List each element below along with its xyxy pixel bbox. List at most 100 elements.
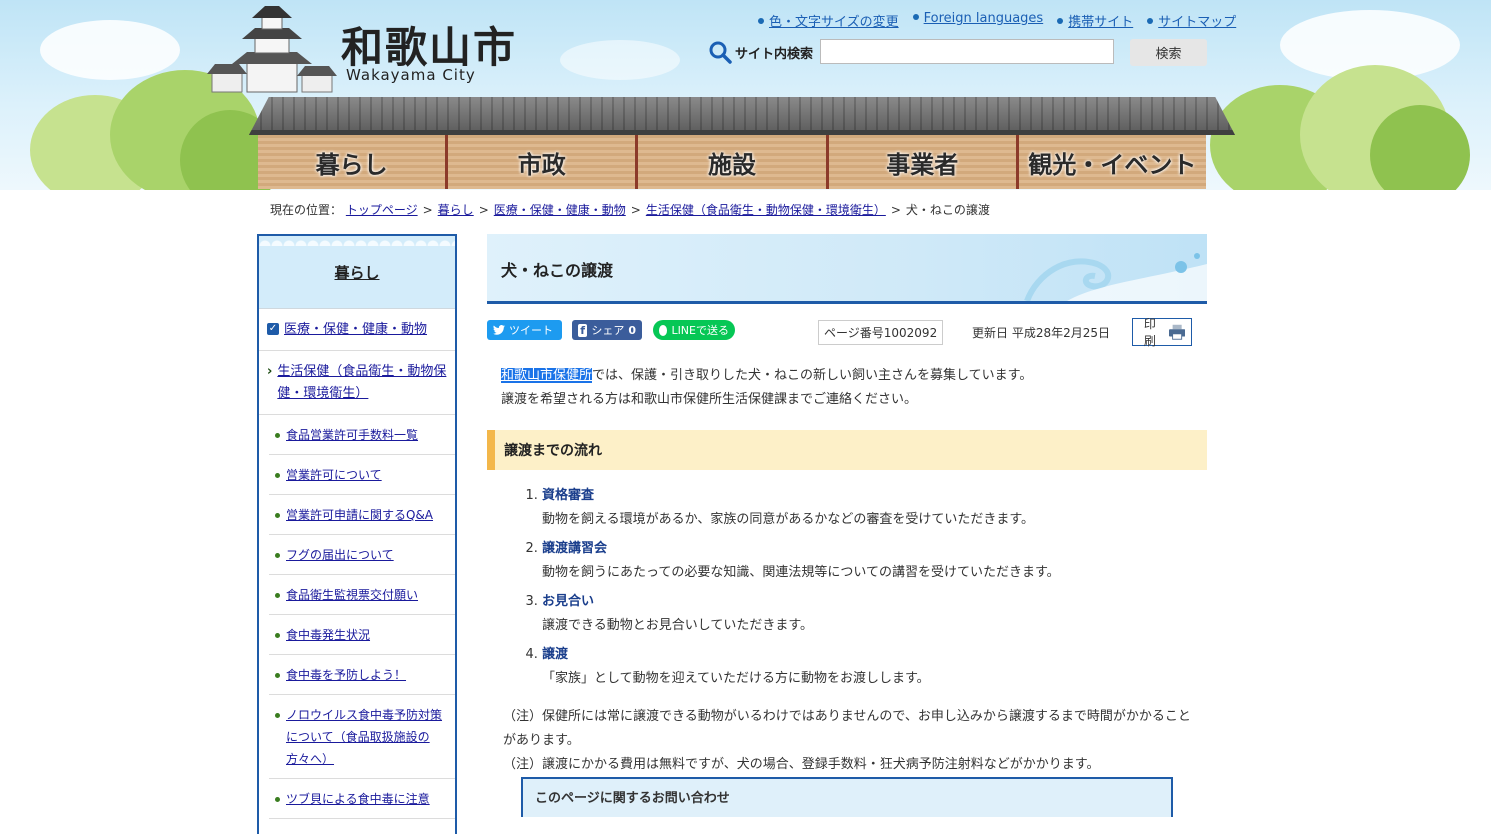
page-number: ページ番号1002092 (818, 320, 944, 345)
line-label: LINEで送る (671, 324, 729, 337)
mobile-site-link[interactable]: 携帯サイト (1057, 11, 1133, 30)
step-title: お見合い (542, 594, 595, 609)
search-button[interactable]: 検索 (1130, 39, 1207, 66)
search-label-text: サイト内検索 (735, 46, 814, 62)
sidebar-title[interactable]: 暮らし (334, 262, 379, 283)
sidebar-category: ✓ 医療・保健・健康・動物 (259, 309, 455, 351)
breadcrumb-current: 犬・ねこの譲渡 (905, 203, 990, 217)
castle-logo-icon[interactable] (207, 2, 337, 97)
breadcrumb-iryo[interactable]: 医療・保健・健康・動物 (494, 203, 626, 217)
hokenjo-link[interactable]: 和歌山市保健所 (501, 368, 593, 383)
tweet-label: ツイート (509, 324, 553, 337)
list-item: 資格審査動物を飼える環境があるか、家族の同意があるかなどの審査を受けていただきま… (542, 484, 1207, 532)
list-item: 譲渡「家族」として動物を迎えていただける方に動物をお渡しします。 (542, 643, 1207, 691)
tweet-button[interactable]: ツイート (487, 320, 562, 340)
sidebar-item-link[interactable]: フグの届出について (286, 544, 394, 566)
line-share-button[interactable]: LINEで送る (653, 320, 735, 340)
checkbox-icon: ✓ (267, 323, 279, 335)
site-header: 和歌山市 Wakayama City 色・文字サイズの変更 Foreign la… (0, 0, 1491, 190)
breadcrumb: 現在の位置： トップページ > 暮らし > 医療・保健・健康・動物 > 生活保健（食品衛生・… (270, 203, 990, 217)
bullet-icon (275, 553, 280, 558)
contact-title: このページに関するお問い合わせ (535, 791, 730, 806)
share-label: シェア (591, 324, 625, 337)
page-title: 犬・ねこの譲渡 (501, 261, 614, 280)
bullet-icon (275, 473, 280, 478)
bullet-icon (275, 673, 280, 678)
bullet-icon (275, 593, 280, 598)
list-item: 譲渡講習会動物を飼うにあたっての必要な知識、関連法規等についての講習を受けていた… (542, 537, 1207, 585)
sidebar-item: 食中毒を予防しよう！ (269, 655, 455, 695)
notes: （注）保健所には常に譲渡できる動物がいるわけではありませんので、お申し込みから譲… (487, 705, 1207, 777)
sidebar-item: フグの届出について (269, 535, 455, 575)
sidebar-header: 暮らし (259, 236, 455, 309)
steps-list: 資格審査動物を飼える環境があるか、家族の同意があるかなどの審査を受けていただきま… (487, 484, 1207, 691)
sidebar-item: ノロウイルス食中毒予防対策について（食品取扱施設の方々へ） (269, 695, 455, 779)
sidebar-item-link[interactable]: ノロウイルス食中毒予防対策について（食品取扱施設の方々へ） (286, 704, 449, 770)
page-title-banner: 犬・ねこの譲渡 (487, 234, 1207, 304)
cloud-decoration (560, 40, 680, 80)
share-count: 0 (628, 323, 636, 337)
chevron-right-icon: › (267, 364, 273, 379)
search-input[interactable] (820, 39, 1114, 64)
facebook-icon: f (578, 323, 588, 337)
printer-icon (1168, 324, 1185, 340)
bullet-icon (275, 513, 280, 518)
sidebar-item-link[interactable]: 食中毒発生状況 (286, 624, 370, 646)
main-content: 犬・ねこの譲渡 ツイート f シェア 0 LINEで送る ページ番号100209… (487, 234, 1207, 817)
foreign-languages-link[interactable]: Foreign languages (913, 11, 1044, 30)
sidebar-item: ツブ貝による食中毒に注意 (269, 779, 455, 819)
step-desc: 動物を飼える環境があるか、家族の同意があるかなどの審査を受けていただきます。 (542, 512, 1035, 527)
sitemap-link[interactable]: サイトマップ (1147, 11, 1236, 30)
site-logo-subtitle: Wakayama City (346, 66, 476, 84)
sidebar-item-link[interactable]: 食品営業許可手数料一覧 (286, 424, 418, 446)
sidebar-subcategory: › 生活保健（食品衛生・動物保健・環境衛生） (259, 351, 455, 415)
nav-item-shisetsu[interactable]: 施設 (638, 135, 829, 189)
roof-decoration (249, 97, 1235, 135)
intro-line-1: 和歌山市保健所では、保護・引き取りした犬・ねこの新しい飼い主さんを募集しています… (501, 364, 1193, 388)
cloud-decoration (40, 20, 180, 80)
step-title: 資格審査 (542, 488, 595, 503)
note-2: （注）譲渡にかかる費用は無料ですが、犬の場合、登録手数料・狂犬病予防注射料などが… (503, 757, 1100, 772)
sidebar-item-link[interactable]: 営業許可について (286, 464, 382, 486)
section-heading: 譲渡までの流れ (487, 430, 1207, 470)
bullet-icon (275, 713, 280, 718)
breadcrumb-kurashi[interactable]: 暮らし (438, 203, 474, 217)
nav-item-kanko-event[interactable]: 観光・イベント (1019, 135, 1206, 189)
intro-text: 和歌山市保健所では、保護・引き取りした犬・ねこの新しい飼い主さんを募集しています… (487, 364, 1207, 412)
facebook-share-button[interactable]: f シェア 0 (572, 320, 642, 340)
step-desc: 「家族」として動物を迎えていただける方に動物をお渡しします。 (542, 671, 930, 686)
sidebar-subcategory-link[interactable]: 生活保健（食品衛生・動物保健・環境衛生） (277, 361, 447, 405)
global-nav: 暮らし 市政 施設 事業者 観光・イベント (258, 135, 1206, 189)
list-item: お見合い譲渡できる動物とお見合いしていただきます。 (542, 590, 1207, 638)
search-label: サイト内検索 (708, 40, 813, 64)
sidebar-item-link[interactable]: 営業許可申請に関するQ&A (286, 504, 433, 526)
intro-rest: では、保護・引き取りした犬・ねこの新しい飼い主さんを募集しています。 (592, 368, 1033, 383)
sidebar-item: 食品衛生監視票交付願い (269, 575, 455, 615)
sidebar-category-link[interactable]: 医療・保健・健康・動物 (284, 319, 427, 341)
sidebar-item-link[interactable]: 食中毒を予防しよう！ (286, 664, 406, 686)
line-icon (659, 324, 668, 336)
contact-box: このページに関するお問い合わせ (521, 777, 1173, 817)
search-icon (709, 41, 732, 64)
bullet-icon (275, 433, 280, 438)
intro-line-2: 譲渡を希望される方は和歌山市保健所生活保健課までご連絡ください。 (501, 392, 918, 407)
note-1: （注）保健所には常に譲渡できる動物がいるわけではありませんので、お申し込みから譲… (503, 709, 1191, 748)
header-utility-links: 色・文字サイズの変更 Foreign languages 携帯サイト サイトマッ… (758, 11, 1236, 30)
breadcrumb-seikatsu-hoken[interactable]: 生活保健（食品衛生・動物保健・環境衛生） (646, 203, 886, 217)
nav-item-shisei[interactable]: 市政 (448, 135, 639, 189)
bullet-icon (275, 797, 280, 802)
breadcrumb-top[interactable]: トップページ (346, 203, 418, 217)
sidebar-item-link[interactable]: 食品衛生監視票交付願い (286, 584, 418, 606)
page-tools: ツイート f シェア 0 LINEで送る ページ番号1002092 更新日 平成… (487, 304, 1207, 362)
sidebar: 暮らし ✓ 医療・保健・健康・動物 › 生活保健（食品衛生・動物保健・環境衛生）… (257, 234, 457, 834)
bullet-icon (275, 633, 280, 638)
sidebar-item-link[interactable]: ツブ貝による食中毒に注意 (286, 788, 430, 810)
step-desc: 動物を飼うにあたっての必要な知識、関連法規等についての講習を受けていただきます。 (542, 565, 1060, 580)
sidebar-item: 営業許可申請に関するQ&A (269, 495, 455, 535)
print-button[interactable]: 印刷 (1132, 317, 1192, 348)
color-font-size-link[interactable]: 色・文字サイズの変更 (758, 11, 899, 30)
nav-item-jigyosha[interactable]: 事業者 (829, 135, 1019, 189)
print-label: 印刷 (1143, 317, 1156, 348)
sidebar-item: 食品営業許可手数料一覧 (269, 415, 455, 455)
nav-item-kurashi[interactable]: 暮らし (258, 135, 449, 189)
